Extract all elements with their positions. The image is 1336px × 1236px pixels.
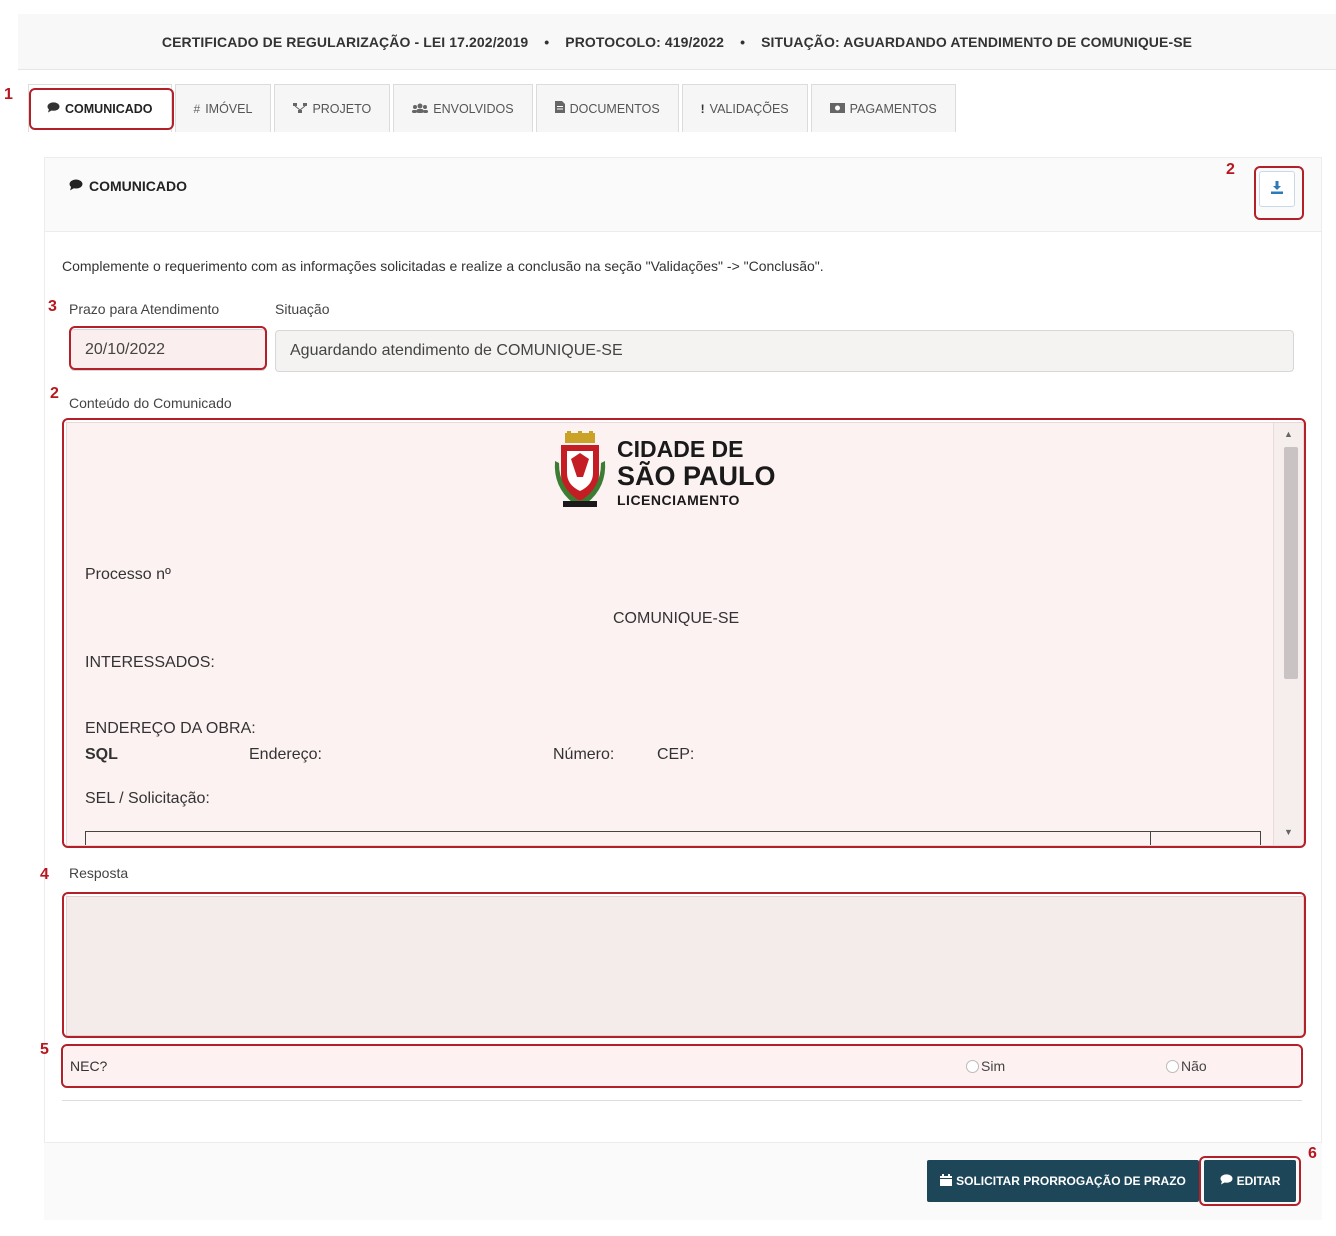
- sel-request: SEL / Solicitação:: [85, 790, 210, 807]
- sitemap-icon: [293, 102, 308, 116]
- button-label: EDITAR: [1236, 1174, 1281, 1188]
- panel-title: COMUNICADO: [69, 178, 187, 194]
- calendar-icon: [940, 1173, 953, 1189]
- logo-text: CIDADE DE SÃO PAULO LICENCIAMENTO: [617, 436, 776, 508]
- tab-label: IMÓVEL: [205, 101, 253, 116]
- certificate-title: CERTIFICADO DE REGULARIZAÇÃO - LEI 17.20…: [161, 33, 529, 50]
- protocol-number: PROTOCOLO: 419/2022: [565, 33, 725, 50]
- table-column-divider: [1150, 832, 1151, 845]
- interested-parties: INTERESSADOS:: [85, 654, 215, 671]
- sao-paulo-logo: CIDADE DE SÃO PAULO LICENCIAMENTO: [553, 431, 776, 514]
- communique-content[interactable]: CIDADE DE SÃO PAULO LICENCIAMENTO Proces…: [66, 422, 1304, 846]
- header-bar: CERTIFICADO DE REGULARIZAÇÃO - LEI 17.20…: [18, 14, 1336, 70]
- tab-label: COMUNICADO: [65, 101, 153, 116]
- process-number: Processo nº: [85, 566, 171, 583]
- sql-field: SQL: [85, 746, 118, 763]
- radio-label: Sim: [981, 1058, 1006, 1074]
- tab-imovel[interactable]: # IMÓVEL: [174, 84, 272, 132]
- document-heading: COMUNIQUE-SE: [613, 610, 740, 627]
- tab-envolvidos[interactable]: ENVOLVIDOS: [393, 84, 533, 132]
- download-icon: [1271, 180, 1283, 198]
- header-separator: •: [544, 33, 550, 50]
- response-label: Resposta: [69, 865, 129, 881]
- divider: [62, 1100, 1302, 1101]
- nec-no-radio[interactable]: Não: [1166, 1058, 1207, 1074]
- tab-bar: COMUNICADO # IMÓVEL PROJETO ENVOLVIDOS D…: [28, 84, 959, 132]
- address-field: Endereço:: [249, 746, 322, 763]
- speech-bubble-icon: [69, 178, 83, 194]
- callout-number: 4: [40, 866, 49, 883]
- exclamation-icon: !: [700, 101, 705, 116]
- address-title: ENDEREÇO DA OBRA:: [85, 720, 256, 737]
- header-separator: •: [740, 33, 746, 50]
- tab-label: VALIDAÇÕES: [709, 101, 789, 116]
- tab-comunicado[interactable]: COMUNICADO: [28, 84, 172, 132]
- document-body: CIDADE DE SÃO PAULO LICENCIAMENTO Proces…: [67, 423, 1275, 845]
- tab-label: PAGAMENTOS: [849, 101, 937, 116]
- deadline-field[interactable]: 20/10/2022: [70, 329, 266, 371]
- users-icon: [412, 102, 429, 116]
- logo-line: CIDADE DE: [617, 436, 744, 462]
- tab-pagamentos[interactable]: PAGAMENTOS: [810, 84, 956, 132]
- tab-label: PROJETO: [312, 101, 372, 116]
- content-label: Conteúdo do Comunicado: [69, 395, 232, 411]
- logo-line: SÃO PAULO: [617, 461, 776, 491]
- cep-field: CEP:: [657, 746, 695, 763]
- callout-number: 3: [48, 298, 57, 315]
- callout-number: 2: [1226, 161, 1235, 178]
- money-icon: [829, 102, 845, 116]
- situation-label: Situação: [275, 301, 330, 317]
- radio-label: Não: [1181, 1058, 1207, 1074]
- deadline-label: Prazo para Atendimento: [69, 301, 220, 317]
- number-field: Número:: [553, 746, 615, 763]
- panel-header: COMUNICADO: [45, 158, 1321, 232]
- speech-bubble-icon: [1220, 1174, 1233, 1188]
- edit-button[interactable]: EDITAR: [1204, 1160, 1296, 1202]
- download-button[interactable]: [1259, 171, 1295, 207]
- instruction-text: Complemente o requerimento com as inform…: [62, 258, 824, 274]
- file-icon: [554, 101, 565, 116]
- callout-number: 5: [40, 1041, 49, 1058]
- speech-bubble-icon: [47, 101, 60, 116]
- nec-label: NEC?: [70, 1058, 108, 1074]
- radio-circle-icon: [1166, 1059, 1179, 1073]
- radio-circle-icon: [966, 1059, 979, 1073]
- scroll-down-icon[interactable]: ▼: [1284, 827, 1293, 837]
- situation-field: Aguardando atendimento de COMUNIQUE-SE: [275, 330, 1294, 372]
- nec-yes-radio[interactable]: Sim: [966, 1058, 1005, 1074]
- scroll-thumb[interactable]: [1284, 447, 1298, 679]
- callout-number: 6: [1308, 1145, 1317, 1162]
- document-scrollbar[interactable]: ▲ ▼: [1273, 423, 1303, 845]
- scroll-up-icon[interactable]: ▲: [1284, 429, 1293, 439]
- hash-icon: #: [193, 101, 201, 116]
- tab-projeto[interactable]: PROJETO: [274, 84, 391, 132]
- request-extension-button[interactable]: SOLICITAR PRORROGAÇÃO DE PRAZO: [927, 1160, 1199, 1202]
- callout-number: 2: [50, 385, 59, 402]
- logo-line: LICENCIAMENTO: [617, 492, 740, 508]
- status-text: SITUAÇÃO: AGUARDANDO ATENDIMENTO DE COMU…: [761, 33, 1193, 50]
- button-label: SOLICITAR PRORROGAÇÃO DE PRAZO: [956, 1174, 1186, 1188]
- coat-of-arms-icon: [553, 431, 607, 514]
- document-table: [85, 831, 1261, 845]
- callout-number: 1: [4, 86, 13, 103]
- response-textarea[interactable]: [66, 896, 1304, 1036]
- nec-row: NEC? Sim Não: [64, 1046, 1300, 1086]
- tab-label: ENVOLVIDOS: [433, 101, 514, 116]
- tab-documentos[interactable]: DOCUMENTOS: [535, 84, 679, 132]
- panel-title-text: COMUNICADO: [89, 178, 187, 194]
- tab-validacoes[interactable]: ! VALIDAÇÕES: [681, 84, 808, 132]
- tab-label: DOCUMENTOS: [569, 101, 660, 116]
